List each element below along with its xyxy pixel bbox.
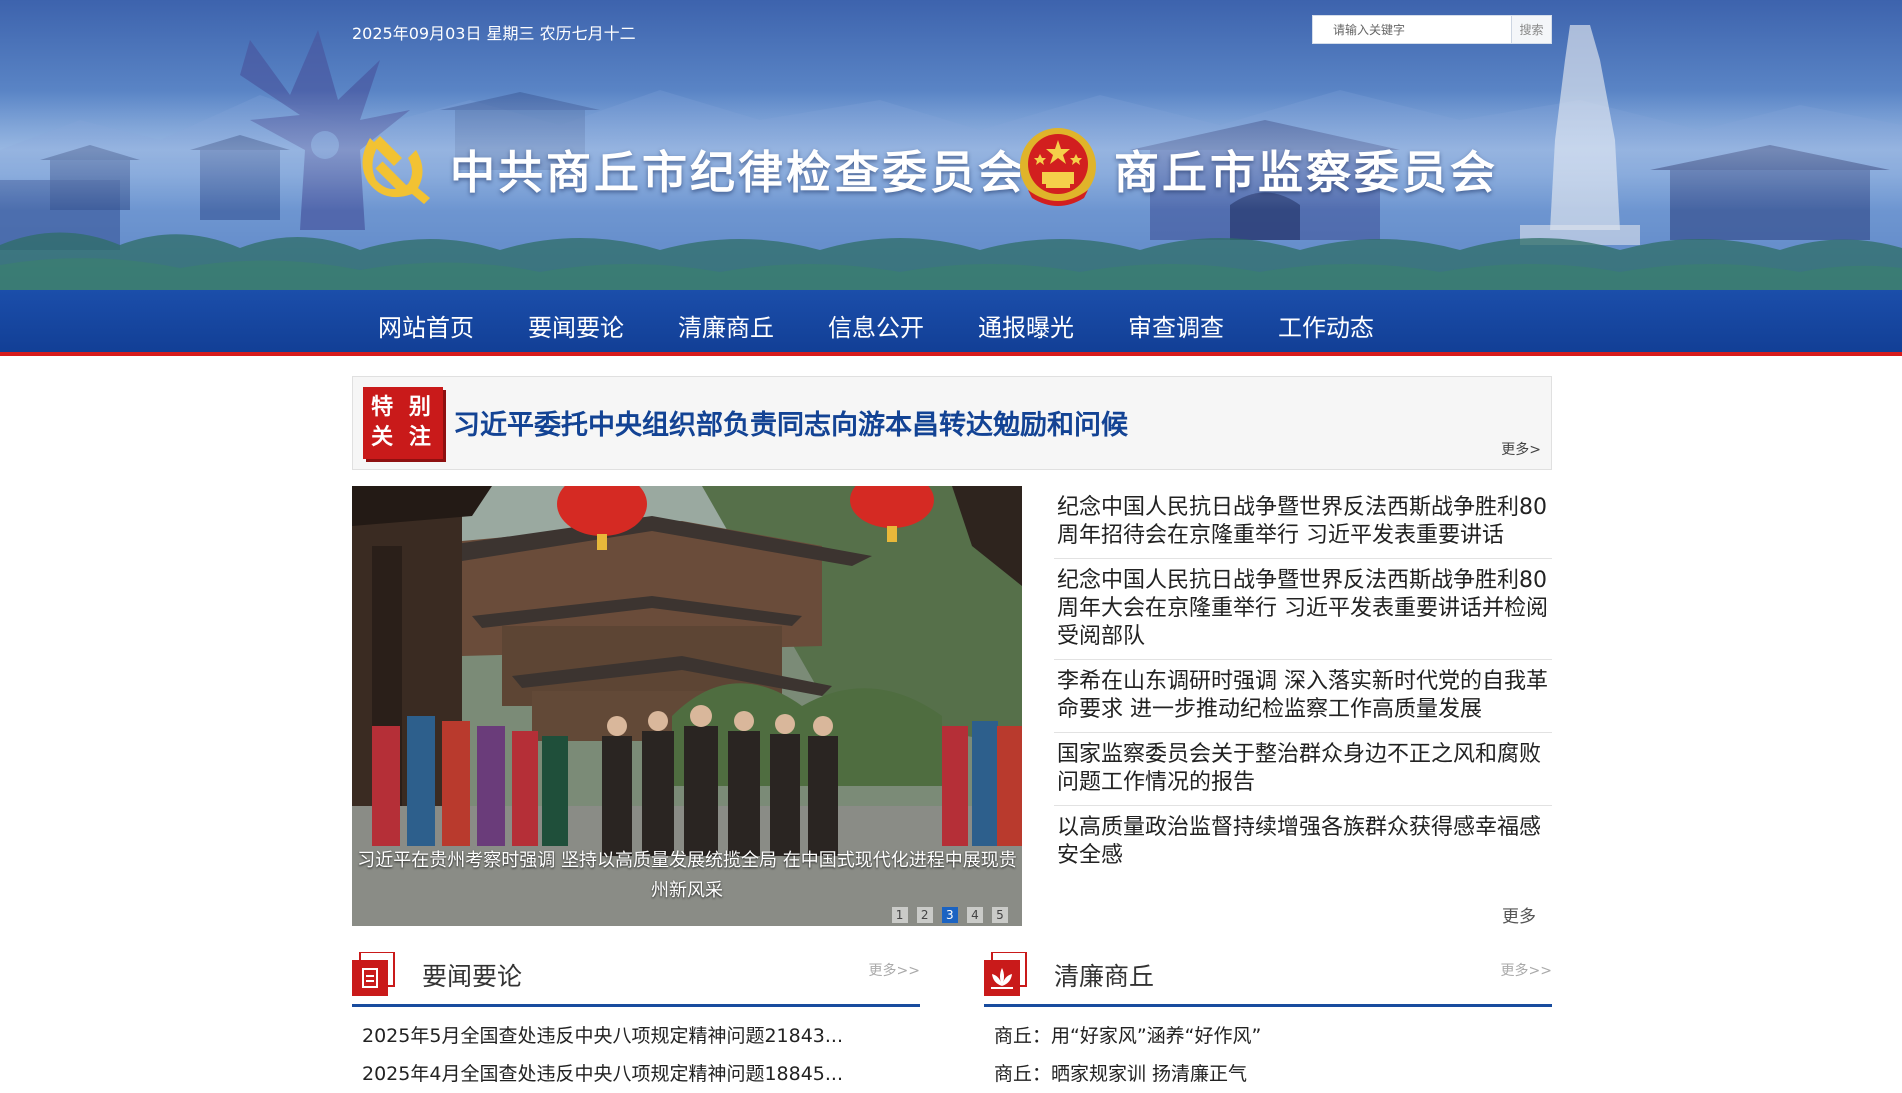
section-clean: 清廉商丘 更多>> 商丘：用“好家风”涵养“好作风” 商丘：晒家规家训 扬清廉正… (984, 948, 1552, 1093)
carousel-pager: 1 2 3 4 5 (888, 904, 1008, 923)
search-input[interactable] (1313, 16, 1513, 43)
national-emblem-icon (1020, 128, 1096, 206)
nav-item-exposure[interactable]: 通报曝光 (978, 308, 1074, 343)
carousel-dot-3[interactable]: 3 (941, 907, 958, 923)
nav-item-home[interactable]: 网站首页 (378, 308, 474, 343)
lotus-icon (984, 952, 1027, 996)
list-item[interactable]: 商丘：用“好家风”涵养“好作风” (984, 1017, 1552, 1055)
nav-item-clean[interactable]: 清廉商丘 (678, 308, 774, 343)
carousel-dot-1[interactable]: 1 (891, 907, 908, 923)
site-title-commission: 中共商丘市纪律检查委员会 (450, 146, 1027, 199)
nav-item-disclosure[interactable]: 信息公开 (828, 308, 924, 343)
section-news-header: 要闻要论 更多>> (352, 948, 920, 1007)
headlines-more-link[interactable]: 更多 (1502, 902, 1536, 927)
special-focus-more-link[interactable]: 更多> (1501, 439, 1541, 459)
section-clean-list: 商丘：用“好家风”涵养“好作风” 商丘：晒家规家训 扬清廉正气 (984, 1007, 1552, 1093)
section-clean-more-link[interactable]: 更多>> (1501, 960, 1552, 980)
headline-item[interactable]: 国家监察委员会关于整治群众身边不正之风和腐败问题工作情况的报告 (1054, 733, 1552, 806)
section-news-more-link[interactable]: 更多>> (869, 960, 920, 980)
document-icon (352, 952, 395, 996)
headline-item[interactable]: 以高质量政治监督持续增强各族群众获得感幸福感安全感 (1054, 806, 1552, 878)
section-news-list: 2025年5月全国查处违反中央八项规定精神问题21843... 2025年4月全… (352, 1007, 920, 1093)
nav-item-investigation[interactable]: 审查调查 (1128, 308, 1224, 343)
headline-item[interactable]: 纪念中国人民抗日战争暨世界反法西斯战争胜利80周年大会在京隆重举行 习近平发表重… (1054, 559, 1552, 660)
carousel-caption[interactable]: 习近平在贵州考察时强调 坚持以高质量发展统揽全局 在中国式现代化进程中展现贵州新… (352, 846, 1022, 906)
section-clean-header: 清廉商丘 更多>> (984, 948, 1552, 1007)
nav-item-work-news[interactable]: 工作动态 (1278, 308, 1374, 343)
special-focus-badge: 特 别 关 注 (363, 387, 443, 459)
nav-item-news[interactable]: 要闻要论 (528, 308, 624, 343)
search-box: 搜索 (1312, 15, 1552, 44)
carousel-dot-5[interactable]: 5 (992, 907, 1008, 923)
main-nav: 网站首页 要闻要论 清廉商丘 信息公开 通报曝光 审查调查 工作动态 (0, 290, 1902, 356)
section-clean-title: 清廉商丘 (1054, 962, 1155, 991)
badge-line-1: 特 别 (371, 395, 435, 420)
site-banner: 2025年09月03日 星期三 农历七月十二 搜索 中共商丘市纪律检查委员会 商… (0, 0, 1902, 290)
special-focus-bar: 特 别 关 注 习近平委托中央组织部负责同志向游本昌转达勉励和问候 更多> (352, 376, 1552, 470)
carousel-dot-2[interactable]: 2 (916, 907, 933, 923)
photo-carousel[interactable]: 习近平在贵州考察时强调 坚持以高质量发展统揽全局 在中国式现代化进程中展现贵州新… (352, 486, 1022, 926)
list-item[interactable]: 商丘：晒家规家训 扬清廉正气 (984, 1055, 1552, 1093)
carousel-dot-4[interactable]: 4 (966, 907, 983, 923)
party-emblem-icon (362, 136, 430, 204)
headline-list: 纪念中国人民抗日战争暨世界反法西斯战争胜利80周年招待会在京隆重举行 习近平发表… (1054, 486, 1552, 878)
list-item[interactable]: 2025年4月全国查处违反中央八项规定精神问题18845... (352, 1055, 920, 1093)
section-news: 要闻要论 更多>> 2025年5月全国查处违反中央八项规定精神问题21843..… (352, 948, 920, 1093)
special-focus-headline[interactable]: 习近平委托中央组织部负责同志向游本昌转达勉励和问候 (453, 403, 1128, 442)
section-news-title: 要闻要论 (422, 962, 523, 991)
search-button[interactable]: 搜索 (1511, 16, 1551, 43)
date-display: 2025年09月03日 星期三 农历七月十二 (352, 24, 636, 43)
headline-item[interactable]: 纪念中国人民抗日战争暨世界反法西斯战争胜利80周年招待会在京隆重举行 习近平发表… (1054, 486, 1552, 559)
badge-line-2: 关 注 (371, 425, 435, 450)
site-title-supervision: 商丘市监察委员会 (1114, 146, 1499, 199)
headline-item[interactable]: 李希在山东调研时强调 深入落实新时代党的自我革命要求 进一步推动纪检监察工作高质… (1054, 660, 1552, 733)
list-item[interactable]: 2025年5月全国查处违反中央八项规定精神问题21843... (352, 1017, 920, 1055)
